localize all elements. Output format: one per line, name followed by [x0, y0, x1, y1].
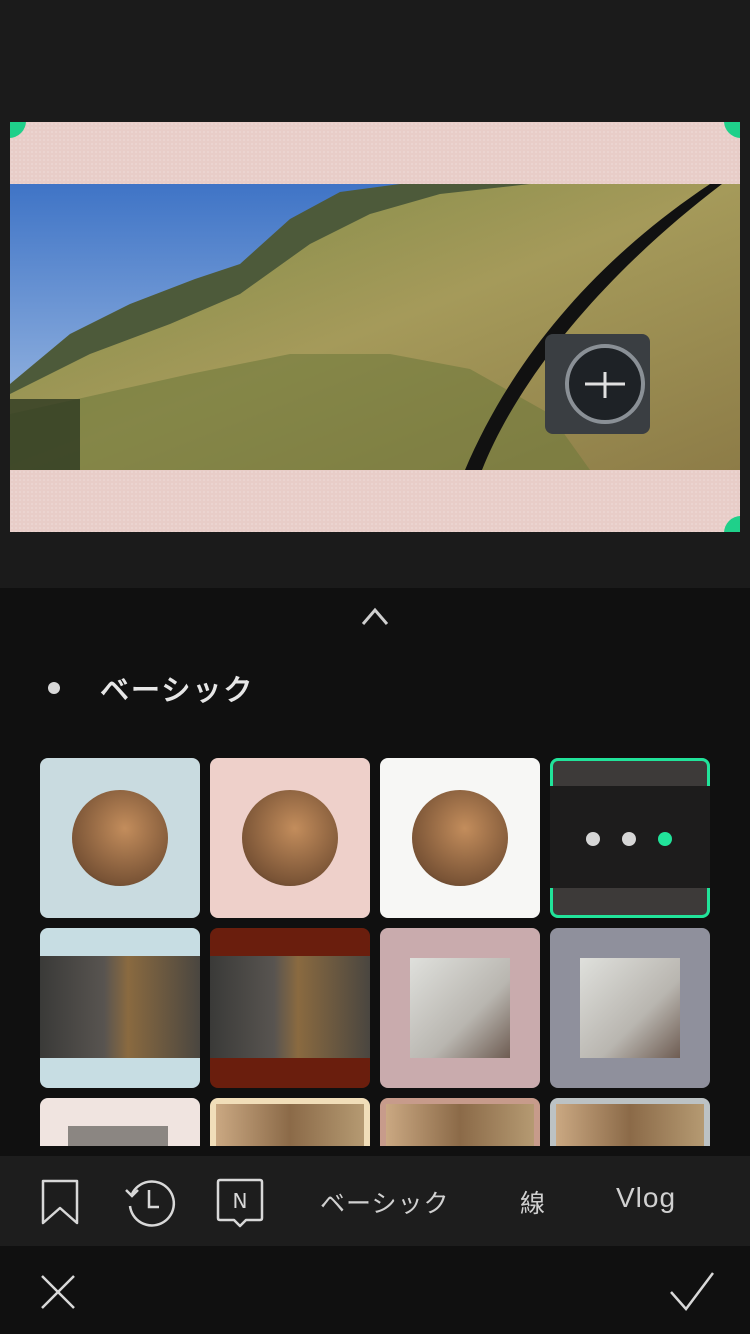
- template-tile[interactable]: [380, 758, 540, 918]
- template-tile[interactable]: [380, 1098, 540, 1146]
- coffee-photo-thumbnail: [410, 958, 510, 1058]
- chevron-up-icon: [361, 607, 389, 625]
- checkmark-icon: [670, 1272, 714, 1311]
- template-tile[interactable]: [550, 1098, 710, 1146]
- new-badge-icon: N: [216, 1178, 264, 1228]
- preview-area: [0, 0, 750, 588]
- photo-thumbnail: [556, 1104, 704, 1146]
- cat-photo-thumbnail: [412, 790, 508, 886]
- history-icon: [125, 1180, 176, 1227]
- template-tile[interactable]: [380, 928, 540, 1088]
- tab-bookmarks[interactable]: [32, 1174, 88, 1230]
- expand-panel-button[interactable]: [355, 600, 395, 630]
- category-tab-bar: N ベーシック 線 Vlog: [0, 1156, 750, 1246]
- tab-history[interactable]: [122, 1174, 178, 1230]
- template-tile[interactable]: [550, 928, 710, 1088]
- tab-new[interactable]: N: [212, 1174, 268, 1230]
- resize-handle-top-right[interactable]: [710, 122, 740, 152]
- template-tile[interactable]: [210, 758, 370, 918]
- photo-thumbnail: [216, 1104, 364, 1146]
- video-frame-image: [10, 184, 740, 470]
- template-panel: ベーシック: [0, 588, 750, 1156]
- section-header: ベーシック: [48, 670, 255, 707]
- photo-thumbnail: [386, 1104, 534, 1146]
- cat-photo-thumbnail: [242, 790, 338, 886]
- template-grid: [40, 758, 712, 1146]
- sparkler-photo-thumbnail: [210, 956, 370, 1058]
- template-tile[interactable]: [40, 758, 200, 918]
- template-tile[interactable]: [210, 928, 370, 1088]
- close-icon: [41, 1275, 75, 1309]
- template-tile[interactable]: [210, 1098, 370, 1146]
- tab-basic[interactable]: ベーシック: [320, 1184, 450, 1220]
- tab-line[interactable]: 線: [520, 1184, 546, 1220]
- section-title: ベーシック: [100, 673, 255, 707]
- resize-handle-top-left[interactable]: [10, 122, 40, 152]
- resize-handle-bottom-right[interactable]: [710, 502, 740, 532]
- section-bullet: [48, 682, 60, 694]
- cat-photo-thumbnail: [72, 790, 168, 886]
- bookmark-icon: [41, 1179, 79, 1225]
- tab-vlog[interactable]: Vlog: [616, 1182, 676, 1214]
- more-options-icon: [586, 832, 672, 846]
- template-tile[interactable]: [40, 928, 200, 1088]
- sparkler-photo-thumbnail: [40, 956, 200, 1058]
- bottom-action-bar: [0, 1246, 750, 1334]
- video-preview-frame[interactable]: [10, 122, 740, 532]
- confirm-button[interactable]: [668, 1270, 716, 1312]
- coffee-photo-thumbnail: [580, 958, 680, 1058]
- cancel-button[interactable]: [38, 1272, 78, 1312]
- photo-thumbnail: [68, 1126, 168, 1146]
- new-badge-glyph: N: [233, 1189, 248, 1213]
- template-tile-selected[interactable]: [550, 758, 710, 918]
- template-tile[interactable]: [40, 1098, 200, 1146]
